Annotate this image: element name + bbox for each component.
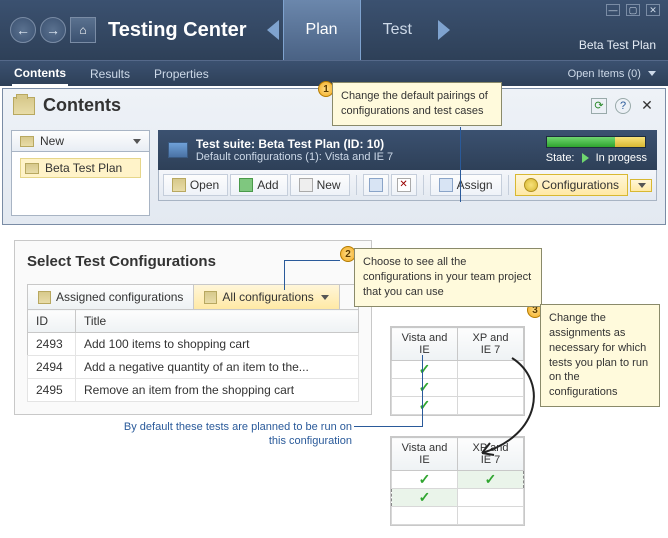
config-cell[interactable]: ✓	[392, 397, 458, 415]
open-items-count: (0)	[627, 68, 640, 80]
open-items-label: Open Items	[568, 68, 625, 80]
nav-forward-button[interactable]: →	[40, 17, 66, 43]
open-icon	[172, 178, 186, 192]
open-items-dropdown[interactable]: Open Items (0)	[568, 68, 656, 80]
config-cell[interactable]: ✓	[458, 471, 524, 489]
nav-back-button[interactable]: ←	[10, 17, 36, 43]
configurations-dropdown[interactable]	[630, 179, 652, 192]
folder-icon	[13, 97, 35, 115]
config-cell[interactable]	[458, 489, 524, 507]
config-cell[interactable]: ✓	[392, 489, 458, 507]
tab-scroll-right[interactable]	[438, 20, 450, 40]
clipboard-icon	[204, 291, 217, 304]
suite-panel: Test suite: Beta Test Plan (ID: 10) Defa…	[158, 130, 657, 216]
copy-icon	[369, 178, 383, 192]
tests-table: ID Title 2493Add 100 items to shopping c…	[27, 309, 359, 402]
open-button[interactable]: Open	[163, 174, 228, 196]
plan-name: Beta Test Plan	[579, 38, 656, 52]
chevron-down-icon	[638, 183, 646, 188]
config-cell[interactable]	[392, 507, 458, 525]
suite-default-config: Default configurations (1): Vista and IE…	[196, 151, 393, 163]
play-icon	[582, 153, 589, 163]
config-cell[interactable]: ✓	[392, 361, 458, 379]
folder-icon	[25, 163, 39, 174]
config-cell[interactable]: ✓	[392, 471, 458, 489]
folder-icon	[20, 136, 34, 147]
new-label: New	[40, 134, 64, 148]
tab-scroll-left[interactable]	[267, 20, 279, 40]
subnav-results[interactable]: Results	[88, 63, 132, 85]
assign-icon	[439, 178, 453, 192]
check-icon: ✓	[419, 379, 431, 395]
tree-item-label: Beta Test Plan	[45, 161, 122, 175]
window-controls: — ▢ ✕	[606, 4, 660, 16]
config-tabs: Assigned configurations All configuratio…	[27, 284, 359, 309]
gear-icon	[524, 178, 538, 192]
progress-bar	[546, 136, 646, 148]
tab-test[interactable]: Test	[361, 0, 434, 60]
check-icon: ✓	[485, 471, 497, 487]
check-icon: ✓	[419, 471, 431, 487]
delete-icon: ✕	[397, 178, 411, 192]
clipboard-icon	[38, 291, 51, 304]
configurations-button[interactable]: Configurations	[515, 174, 628, 196]
state-value: In progess	[596, 152, 647, 164]
new-icon	[299, 178, 313, 192]
close-button[interactable]: ✕	[646, 4, 660, 16]
col-id[interactable]: ID	[28, 310, 76, 333]
title-bar: ← → ⌂ Testing Center Plan Test — ▢ ✕ Bet…	[0, 0, 668, 60]
tab-assigned-configurations[interactable]: Assigned configurations	[28, 285, 194, 309]
delete-button[interactable]: ✕	[391, 174, 417, 196]
chevron-down-icon	[133, 139, 141, 144]
col-vista-ie[interactable]: Vista and IE	[392, 328, 458, 361]
new-suite-dropdown[interactable]: New	[11, 130, 150, 152]
add-icon	[239, 178, 253, 192]
maximize-button[interactable]: ▢	[626, 4, 640, 16]
check-icon: ✓	[419, 489, 431, 505]
subnav-contents[interactable]: Contents	[12, 62, 68, 86]
suite-title-prefix: Test suite:	[196, 137, 255, 151]
table-row[interactable]: 2495Remove an item from the shopping car…	[28, 379, 359, 402]
col-vista-ie[interactable]: Vista and IE	[392, 438, 458, 471]
check-icon: ✓	[419, 397, 431, 413]
select-configurations-panel: Select Test Configurations Assigned conf…	[14, 240, 372, 415]
suite-icon	[168, 142, 188, 158]
refresh-button[interactable]: ⟳	[591, 98, 607, 114]
suite-title: Beta Test Plan (ID: 10)	[258, 137, 384, 151]
callout-1: Change the default pairings of configura…	[332, 82, 502, 126]
assign-button[interactable]: Assign	[430, 174, 502, 196]
config-cell[interactable]: ✓	[392, 379, 458, 397]
tab-plan[interactable]: Plan	[283, 0, 361, 60]
suite-tree: New Beta Test Plan	[11, 130, 150, 216]
subnav-properties[interactable]: Properties	[152, 63, 211, 85]
help-button[interactable]: ?	[615, 98, 631, 114]
state-label: State:	[546, 152, 575, 164]
table-row[interactable]: 2494Add a negative quantity of an item t…	[28, 356, 359, 379]
default-config-note: By default these tests are planned to be…	[122, 420, 352, 449]
chevron-down-icon	[648, 71, 656, 76]
callout-2: Choose to see all the configurations in …	[354, 248, 542, 307]
select-configurations-title: Select Test Configurations	[27, 253, 359, 270]
check-icon: ✓	[419, 361, 431, 377]
suite-toolbar: Open Add New ✕ Assign Configurations	[158, 170, 657, 201]
new-button[interactable]: New	[290, 174, 350, 196]
config-cell[interactable]	[458, 507, 524, 525]
add-button[interactable]: Add	[230, 174, 287, 196]
minimize-button[interactable]: —	[606, 4, 620, 16]
app-title: Testing Center	[108, 19, 247, 42]
tree-item-beta-test-plan[interactable]: Beta Test Plan	[20, 158, 141, 178]
panel-close-button[interactable]: ✕	[639, 98, 655, 114]
contents-title: Contents	[43, 95, 121, 116]
chevron-down-icon	[321, 295, 329, 300]
table-row[interactable]: 2493Add 100 items to shopping cart	[28, 333, 359, 356]
col-title[interactable]: Title	[76, 310, 359, 333]
tab-all-configurations[interactable]: All configurations	[194, 285, 339, 309]
copy-button[interactable]	[363, 174, 389, 196]
home-button[interactable]: ⌂	[70, 17, 96, 43]
main-tabs: Plan Test	[283, 0, 434, 60]
callout-3: Change the assignments as necessary for …	[540, 304, 660, 407]
